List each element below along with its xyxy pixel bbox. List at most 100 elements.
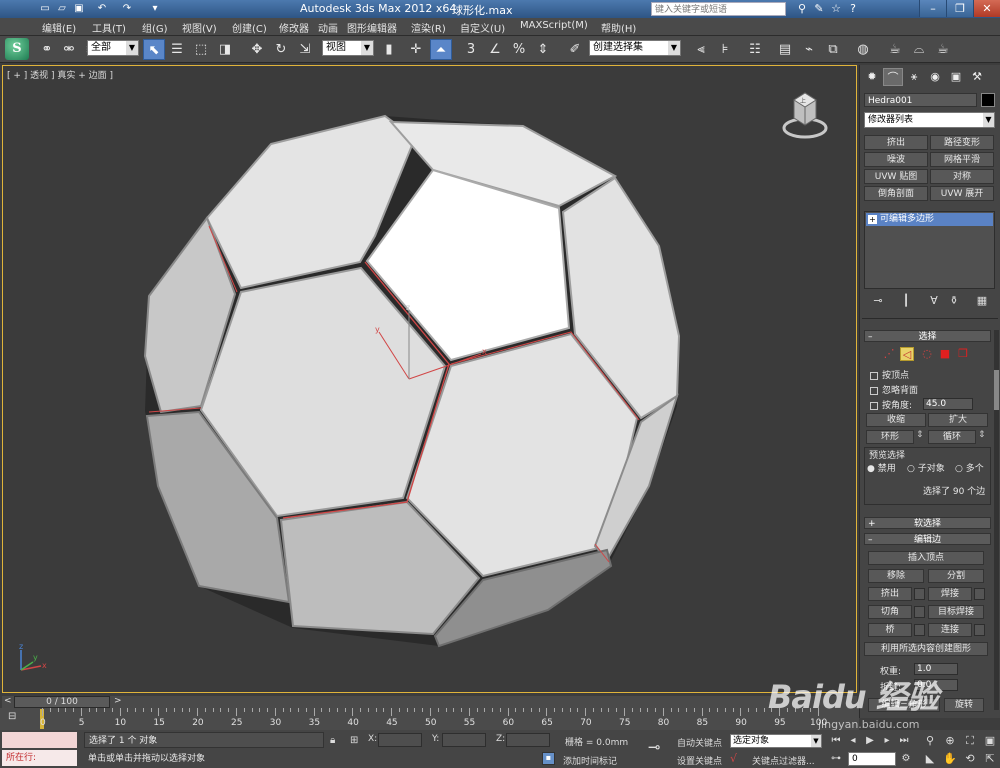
- make-unique-icon[interactable]: ∀: [926, 293, 942, 309]
- render-production-icon[interactable]: ☕: [932, 39, 954, 60]
- lock-selection-icon[interactable]: 🔒︎: [330, 735, 335, 746]
- modify-tab-icon[interactable]: ⌒: [883, 68, 903, 86]
- menu-views[interactable]: 视图(V): [182, 20, 217, 35]
- loop-spinner-icon[interactable]: ⇕: [978, 430, 986, 440]
- prev-frame-icon[interactable]: <: [4, 696, 12, 706]
- star-icon[interactable]: ☆: [829, 2, 843, 16]
- binoculars-icon[interactable]: ⚲: [795, 2, 809, 16]
- named-selection-dropdown[interactable]: 创建选择集 ▼: [589, 40, 681, 56]
- quick-access-dropdown-icon[interactable]: ▾: [148, 2, 162, 15]
- chamfer-button[interactable]: 切角: [868, 605, 912, 619]
- close-button[interactable]: ✕: [973, 0, 1000, 17]
- maxscript-listener-input[interactable]: [2, 732, 77, 748]
- ring-spinner-icon[interactable]: ⇕: [916, 430, 924, 440]
- add-time-tag[interactable]: 添加时间标记: [563, 754, 617, 767]
- target-weld-button[interactable]: 目标焊接: [928, 605, 984, 619]
- preview-subobject-radio[interactable]: ○ 子对象: [907, 461, 945, 474]
- undo-icon[interactable]: ↶: [95, 2, 109, 15]
- schematic-view-icon[interactable]: ⧉: [822, 39, 844, 60]
- time-config-icon[interactable]: ⚙: [898, 752, 914, 766]
- modifier-symmetry-button[interactable]: 对称: [930, 169, 994, 184]
- pivot-center-icon[interactable]: ▮: [378, 39, 400, 60]
- remove-modifier-icon[interactable]: ⚱: [946, 293, 962, 309]
- viewcube-icon[interactable]: 上: [782, 88, 828, 140]
- window-crossing-icon[interactable]: ◨: [214, 39, 236, 60]
- graphite-tools-icon[interactable]: ▤: [774, 39, 796, 60]
- soft-selection-rollout-header[interactable]: + 软选择: [864, 517, 991, 529]
- pan-icon[interactable]: ✋: [942, 752, 958, 766]
- polygon-subobject-icon[interactable]: ■: [938, 347, 952, 361]
- selection-rollout-header[interactable]: – 选择: [864, 330, 991, 342]
- edge-subobject-icon[interactable]: ◁: [900, 347, 914, 361]
- ignore-backface-checkbox[interactable]: 忽略背面: [870, 383, 918, 396]
- restore-button[interactable]: ❐: [946, 0, 973, 17]
- extrude-button[interactable]: 挤出: [868, 587, 912, 601]
- track-bar[interactable]: ⊟ 0 5 10 15 20 25 30 35 40 45 50 55 60 65 70 75 80 85 90 95…: [0, 708, 859, 730]
- modifier-uvw-map-button[interactable]: UVW 贴图: [864, 169, 928, 184]
- by-vertex-checkbox[interactable]: 按顶点: [870, 368, 909, 381]
- loop-button[interactable]: 循环: [928, 430, 976, 444]
- current-frame-field[interactable]: 0: [848, 752, 896, 766]
- pin-stack-icon[interactable]: ⊸: [870, 293, 886, 309]
- material-editor-icon[interactable]: ◍: [852, 39, 874, 60]
- y-coord-field[interactable]: [442, 733, 486, 747]
- show-end-result-icon[interactable]: ┃: [898, 293, 914, 309]
- shrink-button[interactable]: 收缩: [866, 413, 926, 427]
- edit-named-selection-icon[interactable]: ✐: [564, 39, 586, 60]
- scale-icon[interactable]: ⇲: [294, 39, 316, 60]
- app-logo-icon[interactable]: S: [5, 38, 29, 60]
- extrude-settings-icon[interactable]: [914, 588, 925, 600]
- absolute-mode-icon[interactable]: ⊞: [350, 735, 358, 746]
- menu-group[interactable]: 组(G): [142, 20, 168, 35]
- preview-multi-radio[interactable]: ○ 多个: [955, 461, 984, 474]
- maximize-viewport-icon[interactable]: ⇱: [982, 752, 998, 766]
- insert-vertex-button[interactable]: 插入顶点: [868, 551, 984, 565]
- connect-settings-icon[interactable]: [974, 624, 985, 636]
- modifier-meshsmooth-button[interactable]: 网格平滑: [930, 152, 994, 167]
- menu-animation[interactable]: 动画: [318, 20, 338, 35]
- vertex-subobject-icon[interactable]: ⋰: [882, 347, 896, 361]
- modifier-extrude-button[interactable]: 挤出: [864, 135, 928, 150]
- x-coord-field[interactable]: [378, 733, 422, 747]
- create-tab-icon[interactable]: ✹: [862, 68, 882, 86]
- chamfer-settings-icon[interactable]: [914, 606, 925, 618]
- open-file-icon[interactable]: ▱: [55, 2, 69, 15]
- edit-edges-rollout-header[interactable]: – 编辑边: [864, 533, 991, 545]
- command-panel-scrollbar[interactable]: [994, 330, 999, 710]
- angle-snap-icon[interactable]: ∠: [484, 39, 506, 60]
- spinner-snap-icon[interactable]: ⇕: [532, 39, 554, 60]
- object-color-swatch[interactable]: [981, 93, 995, 107]
- menu-rendering[interactable]: 渲染(R): [411, 20, 446, 35]
- link-icon[interactable]: ⚭: [36, 39, 58, 60]
- truncated-icosahedron-mesh[interactable]: y x z: [3, 66, 857, 693]
- menu-graph-editors[interactable]: 图形编辑器: [347, 20, 397, 35]
- grow-button[interactable]: 扩大: [928, 413, 988, 427]
- render-setup-icon[interactable]: ☕: [884, 39, 906, 60]
- element-subobject-icon[interactable]: ❒: [956, 347, 970, 361]
- rendered-frame-icon[interactable]: ⌓: [908, 39, 930, 60]
- bridge-settings-icon[interactable]: [914, 624, 925, 636]
- set-key-mode-icon[interactable]: ⊸: [648, 738, 661, 756]
- mirror-icon[interactable]: ⫷: [690, 39, 712, 60]
- redo-icon[interactable]: ↷: [120, 2, 134, 15]
- modifier-path-deform-button[interactable]: 路径变形: [930, 135, 994, 150]
- modifier-unwrap-uvw-button[interactable]: UVW 展开: [930, 186, 994, 201]
- align-icon[interactable]: ⊧: [714, 39, 736, 60]
- help-icon[interactable]: ?: [846, 2, 860, 16]
- connect-button[interactable]: 连接: [928, 623, 972, 637]
- zoom-extents-all-icon[interactable]: ▣: [982, 734, 998, 748]
- curve-editor-icon[interactable]: ⌁: [798, 39, 820, 60]
- motion-tab-icon[interactable]: ◉: [925, 68, 945, 86]
- select-manipulate-icon[interactable]: ✛: [405, 39, 427, 60]
- angle-value-field[interactable]: 45.0: [923, 398, 973, 410]
- select-by-name-icon[interactable]: ☰: [166, 39, 188, 60]
- ring-button[interactable]: 环形: [866, 430, 914, 444]
- menu-tools[interactable]: 工具(T): [92, 20, 126, 35]
- save-file-icon[interactable]: ▣: [72, 2, 86, 15]
- key-mode-icon[interactable]: ⊶: [828, 752, 844, 766]
- menu-create[interactable]: 创建(C): [232, 20, 267, 35]
- time-slider[interactable]: < 0 / 100 >: [2, 696, 857, 708]
- maxscript-prompt[interactable]: 所在行:: [2, 750, 77, 766]
- object-name-field[interactable]: Hedra001: [864, 93, 977, 107]
- display-tab-icon[interactable]: ▣: [946, 68, 966, 86]
